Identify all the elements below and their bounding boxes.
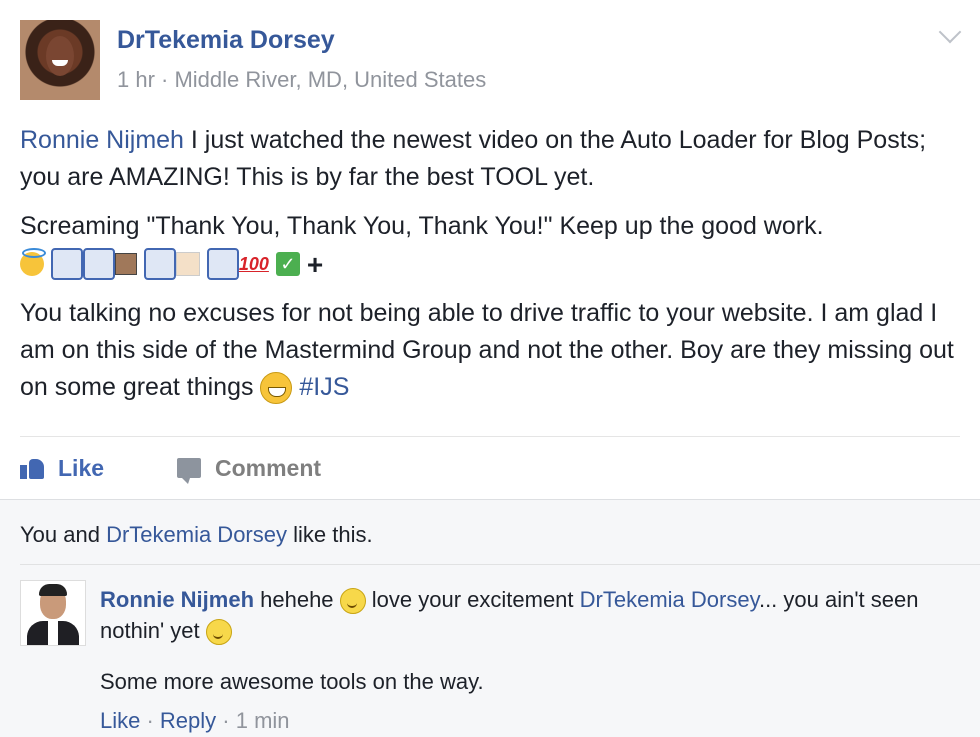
comment-reply-link[interactable]: Reply xyxy=(160,708,216,733)
post-author-name[interactable]: DrTekemia Dorsey xyxy=(117,26,335,55)
comment-actions: Like · Reply · 1 min xyxy=(100,708,290,734)
like-button[interactable]: Like xyxy=(20,450,104,486)
comment-bubble-icon xyxy=(177,458,201,484)
point-up-emoji-icon xyxy=(206,248,239,281)
likes-prefix: You and xyxy=(20,522,107,547)
hashtag-link[interactable]: #IJS xyxy=(299,373,349,401)
avatar-shirt xyxy=(48,621,58,645)
commenter-avatar[interactable] xyxy=(20,580,86,646)
comment-dot-2: · xyxy=(216,708,236,733)
comment-button[interactable]: Comment xyxy=(177,450,321,486)
skin-tone-light-icon xyxy=(175,252,200,277)
post-paragraph-2: Screaming "Thank You, Thank You, Thank Y… xyxy=(20,208,960,283)
post-body: Ronnie Nijmeh I just watched the newest … xyxy=(20,122,960,406)
comment-dot-1: · xyxy=(140,708,160,733)
avatar-face xyxy=(46,36,74,76)
comment-like-link[interactable]: Like xyxy=(100,708,140,733)
action-divider xyxy=(20,436,960,437)
comment-extra-text: Some more awesome tools on the way. xyxy=(100,669,484,694)
chevron-down-icon[interactable] xyxy=(938,20,962,44)
author-avatar[interactable] xyxy=(20,20,100,100)
comment-text-2: love your excitement xyxy=(365,587,580,612)
post-paragraph-3: You talking no excuses for not being abl… xyxy=(20,295,960,406)
smiley-emoji-icon xyxy=(339,588,366,615)
mention-link[interactable]: Ronnie Nijmeh xyxy=(20,126,184,154)
flexed-biceps-emoji-icon xyxy=(143,248,176,281)
plus-emoji-icon: + xyxy=(306,248,324,280)
comments-divider xyxy=(20,564,980,565)
commenter-name[interactable]: Ronnie Nijmeh xyxy=(100,587,254,612)
hundred-points-emoji-icon: 100 xyxy=(238,253,269,274)
fist-bump-emoji-icon xyxy=(82,248,115,281)
post-paragraph-1: Ronnie Nijmeh I just watched the newest … xyxy=(20,122,960,196)
post-paragraph-2-text: Screaming "Thank You, Thank You, Thank Y… xyxy=(20,212,824,240)
smiley-emoji-icon xyxy=(205,619,232,646)
comment-mention-link[interactable]: DrTekemia Dorsey xyxy=(580,587,759,612)
post-meta[interactable]: 1 hr · Middle River, MD, United States xyxy=(117,67,486,93)
comment-text-1: hehehe xyxy=(254,587,340,612)
post-card: DrTekemia Dorsey 1 hr · Middle River, MD… xyxy=(0,0,980,499)
check-mark-emoji-icon: ✓ xyxy=(275,252,300,277)
comment-text: Ronnie Nijmeh hehehe love your excitemen… xyxy=(100,584,940,646)
likes-suffix: like this. xyxy=(287,522,373,547)
feedback-section: You and DrTekemia Dorsey like this. Ronn… xyxy=(0,499,980,737)
grinning-emoji-icon xyxy=(260,372,293,405)
likes-name-link[interactable]: DrTekemia Dorsey xyxy=(106,522,287,547)
likes-summary: You and DrTekemia Dorsey like this. xyxy=(20,522,373,548)
comment-time[interactable]: 1 min xyxy=(236,708,290,733)
thumbs-up-icon xyxy=(20,457,44,479)
thumbs-up-emoji-icon xyxy=(50,248,83,281)
skin-tone-medium-icon xyxy=(114,253,137,276)
angel-emoji-icon xyxy=(20,248,46,277)
post-paragraph-3-text: You talking no excuses for not being abl… xyxy=(20,298,954,401)
comment-label: Comment xyxy=(215,454,322,481)
like-label: Like xyxy=(58,454,105,481)
avatar-hair xyxy=(39,584,67,596)
